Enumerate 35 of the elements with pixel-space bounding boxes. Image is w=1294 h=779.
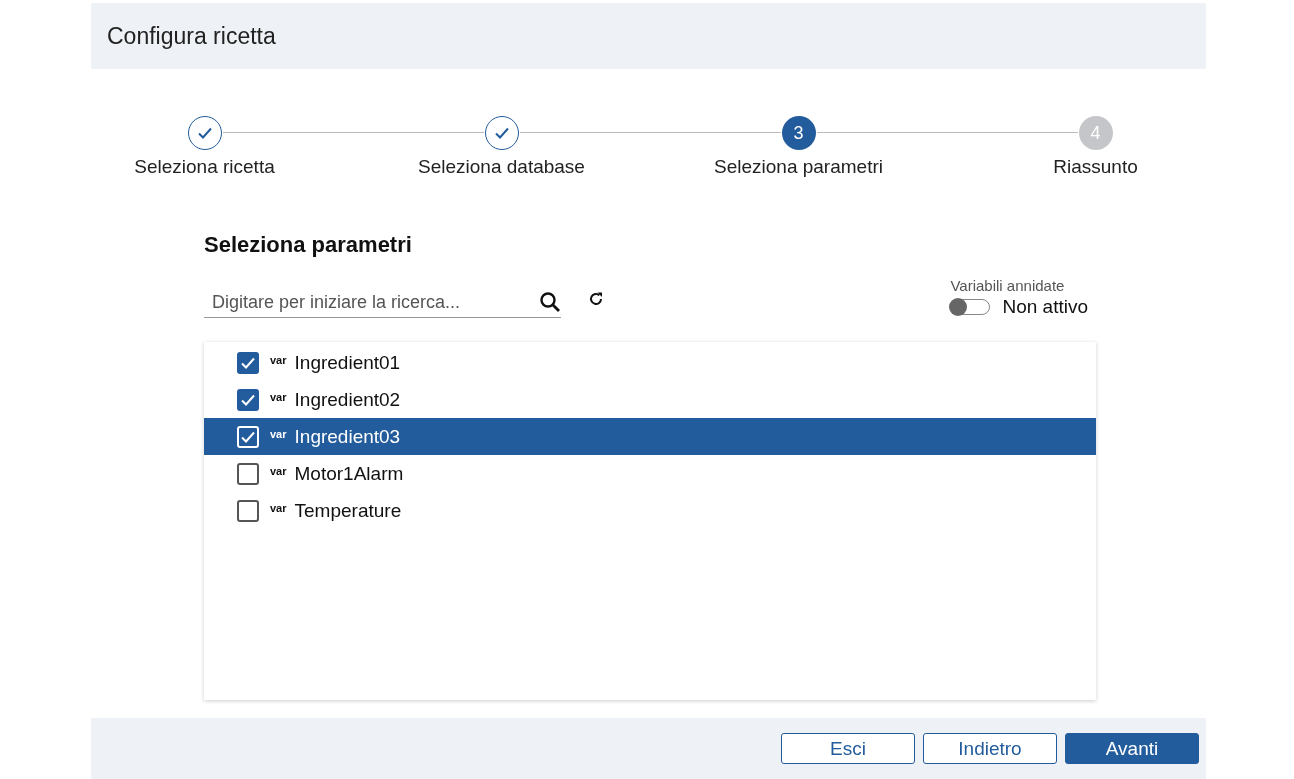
step-number: 4	[1090, 122, 1101, 144]
variable-tag: var	[270, 390, 287, 403]
checkbox[interactable]	[237, 351, 259, 374]
variable-tag: var	[270, 353, 287, 366]
variable-tag: var	[270, 427, 287, 440]
variable-tag: var	[270, 464, 287, 477]
checkbox[interactable]	[237, 499, 259, 522]
list-item[interactable]: var Temperature	[204, 492, 1096, 529]
search-field[interactable]: Digitare per iniziare la ricerca...	[204, 291, 561, 318]
parameter-name: Temperature	[294, 499, 402, 522]
refresh-icon[interactable]	[587, 290, 605, 308]
list-item[interactable]: var Ingredient01	[204, 344, 1096, 381]
toggle-label: Variabili annidate	[950, 277, 1066, 294]
list-item[interactable]: var Ingredient02	[204, 381, 1096, 418]
parameter-name: Ingredient01	[294, 351, 401, 374]
step-number: 3	[793, 122, 804, 144]
parameter-name: Ingredient03	[294, 425, 401, 448]
toggle-state: Non attivo	[1002, 296, 1088, 318]
step-label: Riassunto	[1053, 156, 1138, 178]
dialog-button[interactable]: Indietro	[923, 733, 1057, 764]
section-title: Seleziona parametri	[204, 232, 413, 258]
parameter-name: Ingredient02	[294, 388, 401, 411]
parameter-name: Motor1Alarm	[294, 462, 404, 485]
search-icon[interactable]	[539, 291, 561, 313]
dialog-title: Configura ricetta	[107, 22, 276, 50]
dialog-button[interactable]: Esci	[781, 733, 915, 764]
list-item[interactable]: var Motor1Alarm	[204, 455, 1096, 492]
variable-tag: var	[270, 501, 287, 514]
list-item[interactable]: var Ingredient03	[204, 418, 1096, 455]
dialog-button[interactable]: Avanti	[1065, 733, 1199, 764]
step-label: Seleziona parametri	[714, 156, 883, 178]
checkbox[interactable]	[237, 462, 259, 485]
step-label: Seleziona database	[418, 156, 585, 178]
step-label: Seleziona ricetta	[134, 156, 275, 178]
checkbox[interactable]	[237, 388, 259, 411]
